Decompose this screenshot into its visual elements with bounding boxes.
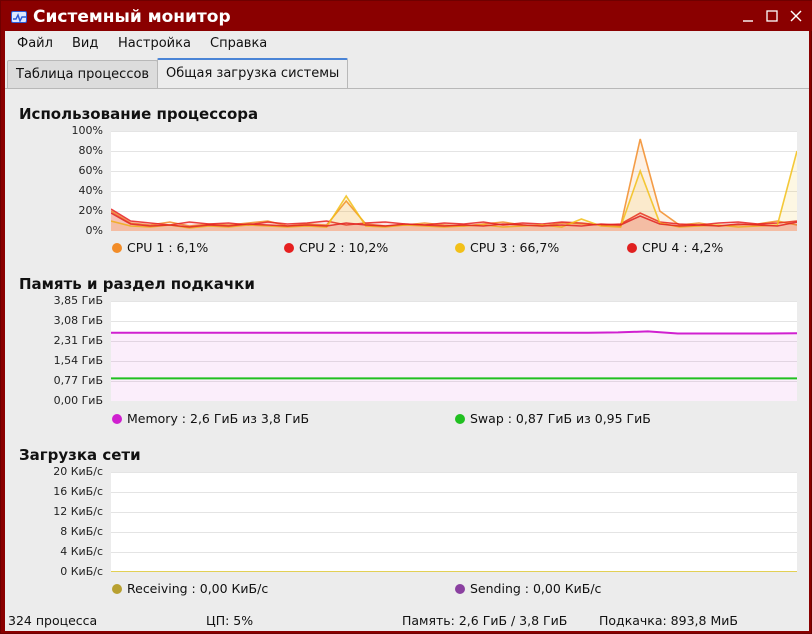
cpu-1-color-swatch bbox=[112, 243, 122, 253]
cpu-1-line bbox=[111, 138, 797, 227]
cpu-1-area bbox=[111, 139, 797, 231]
cpu-4-line bbox=[111, 212, 797, 228]
status-processes: 324 процесса bbox=[8, 613, 98, 628]
y-tick-label: 40% bbox=[78, 184, 103, 197]
legend-cpu-3-label: CPU 3 : 66,7% bbox=[470, 240, 560, 255]
legend-receiving-label: Receiving : 0,00 КиБ/с bbox=[127, 581, 269, 596]
status-cpu: ЦП: 5% bbox=[206, 613, 254, 628]
y-tick-label: 0,00 ГиБ bbox=[53, 394, 103, 407]
y-tick-label: 16 КиБ/с bbox=[53, 485, 103, 498]
system-monitor-icon bbox=[11, 11, 27, 23]
receiving-color-swatch bbox=[112, 584, 122, 594]
legend-cpu-2-label: CPU 2 : 10,2% bbox=[299, 240, 389, 255]
y-tick-label: 2,31 ГиБ bbox=[53, 334, 103, 347]
legend-memory[interactable]: Memory : 2,6 ГиБ из 3,8 ГиБ bbox=[112, 411, 309, 426]
cpu-3-color-swatch bbox=[455, 243, 465, 253]
cpu-3-line bbox=[111, 150, 797, 229]
title-bar[interactable]: Системный монитор bbox=[1, 1, 812, 31]
memory-line bbox=[111, 330, 797, 335]
window-title: Системный монитор bbox=[33, 7, 231, 27]
memory-graph bbox=[111, 301, 797, 401]
minimize-icon[interactable] bbox=[741, 9, 755, 23]
legend-cpu-1-label: CPU 1 : 6,1% bbox=[127, 240, 209, 255]
y-tick-label: 3,85 ГиБ bbox=[53, 294, 103, 307]
tab-process-table[interactable]: Таблица процессов bbox=[7, 60, 159, 89]
cpu-4-area bbox=[111, 213, 797, 231]
legend-cpu-2[interactable]: CPU 2 : 10,2% bbox=[284, 240, 388, 255]
y-tick-label: 60% bbox=[78, 164, 103, 177]
menu-settings[interactable]: Настройка bbox=[118, 36, 191, 51]
y-tick-label: 0,77 ГиБ bbox=[53, 374, 103, 387]
y-tick-label: 8 КиБ/с bbox=[60, 525, 103, 538]
y-tick-label: 4 КиБ/с bbox=[60, 545, 103, 558]
legend-sending[interactable]: Sending : 0,00 КиБ/с bbox=[455, 581, 601, 596]
tab-system-load[interactable]: Общая загрузка системы bbox=[157, 58, 349, 89]
cpu-section-title: Использование процессора bbox=[19, 105, 259, 123]
status-bar: 324 процесса ЦП: 5% Память: 2,6 ГиБ / 3,… bbox=[5, 611, 809, 631]
cpu-graph bbox=[111, 131, 797, 231]
system-load-panel: Использование процессора 100% 80% 60% 40% 20… bbox=[5, 89, 809, 603]
status-memory: Память: 2,6 ГиБ / 3,8 ГиБ bbox=[402, 613, 568, 628]
memory-area bbox=[111, 331, 797, 401]
memory-section-title: Память и раздел подкачки bbox=[19, 275, 255, 293]
legend-swap-label: Swap : 0,87 ГиБ из 0,95 ГиБ bbox=[470, 411, 651, 426]
status-swap: Подкачка: 893,8 МиБ bbox=[599, 613, 738, 628]
menu-bar: Файл Вид Настройка Справка bbox=[5, 31, 809, 57]
legend-cpu-1[interactable]: CPU 1 : 6,1% bbox=[112, 240, 208, 255]
y-tick-label: 20% bbox=[78, 204, 103, 217]
legend-receiving[interactable]: Receiving : 0,00 КиБ/с bbox=[112, 581, 268, 596]
cpu-4-color-swatch bbox=[627, 243, 637, 253]
window-content: Файл Вид Настройка Справка Таблица проце… bbox=[5, 31, 809, 631]
close-icon[interactable] bbox=[789, 9, 803, 23]
legend-sending-label: Sending : 0,00 КиБ/с bbox=[470, 581, 602, 596]
legend-memory-label: Memory : 2,6 ГиБ из 3,8 ГиБ bbox=[127, 411, 310, 426]
y-tick-label: 100% bbox=[71, 124, 103, 137]
sending-color-swatch bbox=[455, 584, 465, 594]
menu-file[interactable]: Файл bbox=[17, 36, 53, 51]
y-tick-label: 20 КиБ/с bbox=[53, 465, 103, 478]
legend-cpu-3[interactable]: CPU 3 : 66,7% bbox=[455, 240, 559, 255]
network-graph bbox=[111, 472, 797, 572]
cpu-2-color-swatch bbox=[284, 243, 294, 253]
y-tick-label: 12 КиБ/с bbox=[53, 505, 103, 518]
legend-cpu-4-label: CPU 4 : 4,2% bbox=[642, 240, 724, 255]
memory-color-swatch bbox=[112, 414, 122, 424]
y-tick-label: 3,08 ГиБ bbox=[53, 314, 103, 327]
swap-color-swatch bbox=[455, 414, 465, 424]
legend-swap[interactable]: Swap : 0,87 ГиБ из 0,95 ГиБ bbox=[455, 411, 651, 426]
legend-cpu-4[interactable]: CPU 4 : 4,2% bbox=[627, 240, 723, 255]
y-tick-label: 80% bbox=[78, 144, 103, 157]
y-tick-label: 1,54 ГиБ bbox=[53, 354, 103, 367]
maximize-icon[interactable] bbox=[765, 9, 779, 23]
y-tick-label: 0 КиБ/с bbox=[60, 565, 103, 578]
network-section-title: Загрузка сети bbox=[19, 446, 141, 464]
menu-view[interactable]: Вид bbox=[72, 36, 98, 51]
tab-bar: Таблица процессов Общая загрузка системы bbox=[5, 57, 809, 89]
menu-help[interactable]: Справка bbox=[210, 36, 267, 51]
app-window: Системный монитор Файл Вид Настройка Спр… bbox=[0, 0, 812, 634]
y-tick-label: 0% bbox=[85, 224, 103, 237]
